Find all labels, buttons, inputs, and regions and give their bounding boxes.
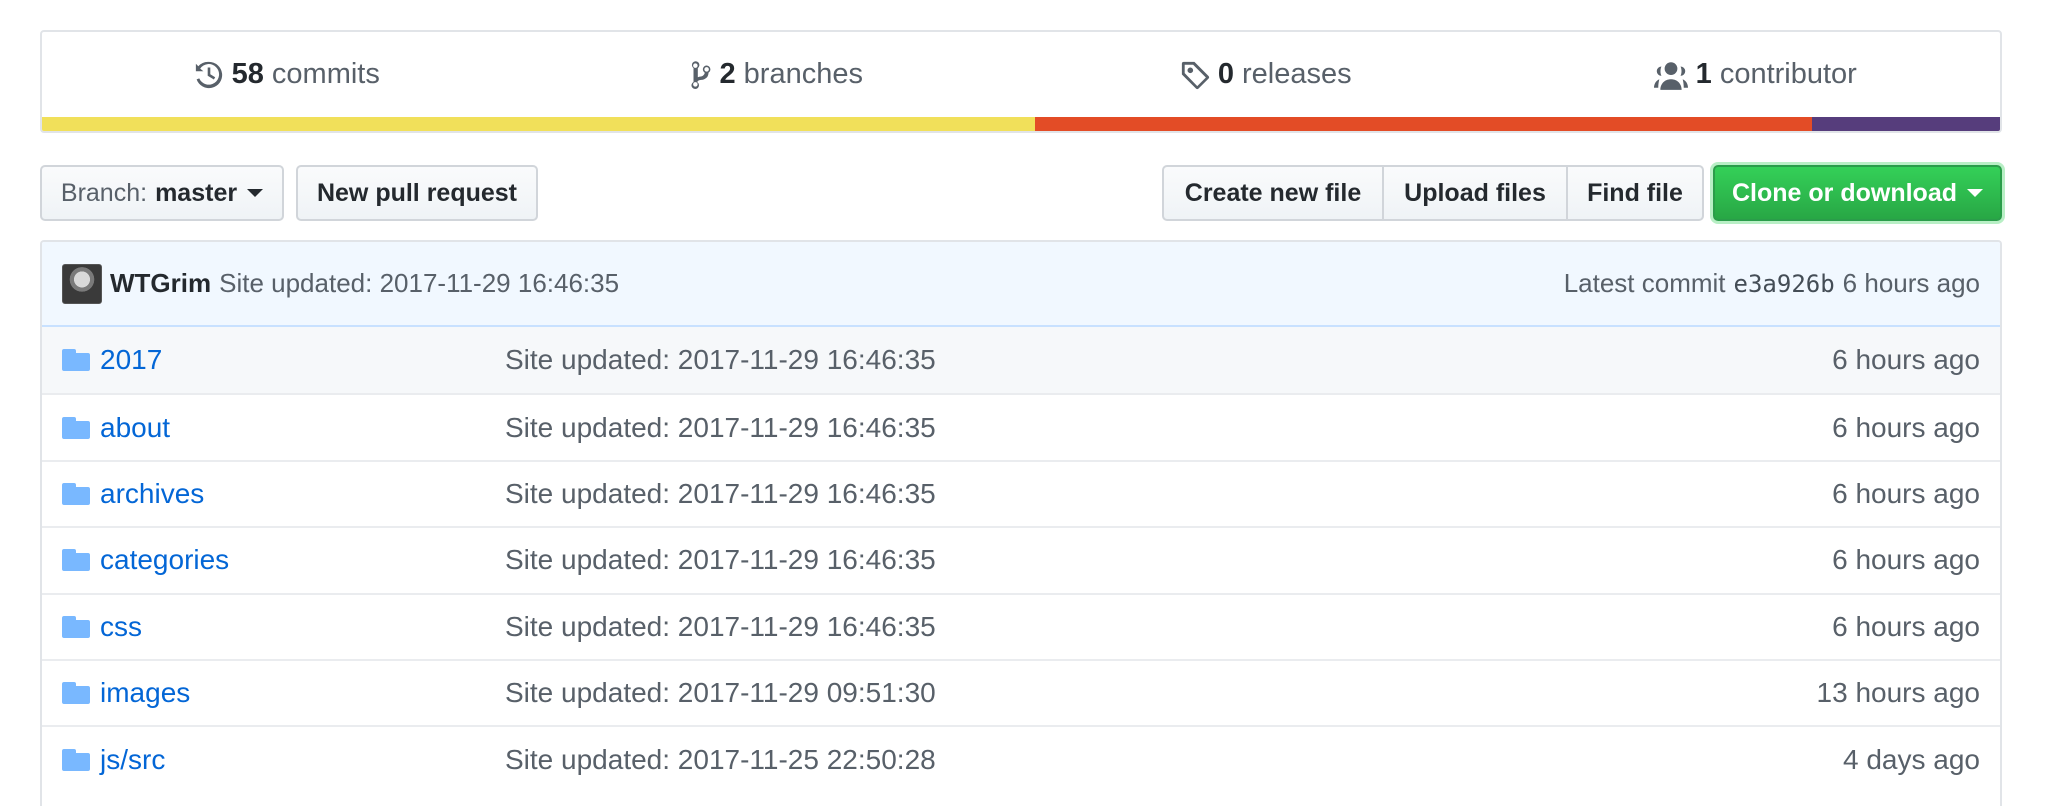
history-icon xyxy=(195,61,222,88)
language-bar[interactable] xyxy=(42,117,2000,131)
file-list: 2017 Site updated: 2017-11-29 16:46:35 6 h… xyxy=(42,327,2000,792)
table-row: js/src Site updated: 2017-11-25 22:50:28 4… xyxy=(42,725,2000,791)
file-age: 6 hours ago xyxy=(1832,411,1980,443)
file-name-link[interactable]: css xyxy=(100,611,505,643)
file-age: 6 hours ago xyxy=(1832,477,1980,509)
contributors-label: contributor xyxy=(1719,58,1857,90)
file-name-link[interactable]: images xyxy=(100,677,505,709)
file-name-link[interactable]: 2017 xyxy=(100,344,505,376)
file-commit-message[interactable]: Site updated: 2017-11-29 16:46:35 xyxy=(505,478,1832,510)
latest-commit-info: Latest commit e3a926b 6 hours ago xyxy=(1564,268,1980,299)
file-name-link[interactable]: categories xyxy=(100,544,505,576)
upload-files-button[interactable]: Upload files xyxy=(1384,165,1568,221)
table-row: about Site updated: 2017-11-29 16:46:35 6 … xyxy=(42,393,2000,459)
new-pull-request-button[interactable]: New pull request xyxy=(296,165,538,221)
find-file-button[interactable]: Find file xyxy=(1568,165,1704,221)
file-actions-group: Create new file Upload files Find file xyxy=(1162,165,1704,221)
file-age: 13 hours ago xyxy=(1816,677,1980,709)
branch-icon xyxy=(690,60,710,89)
releases-count: 0 xyxy=(1217,58,1234,90)
latest-commit-label: Latest commit xyxy=(1563,268,1726,298)
file-commit-message[interactable]: Site updated: 2017-11-29 16:46:35 xyxy=(505,544,1832,576)
commits-link[interactable]: 58 commits xyxy=(42,32,532,117)
branches-link[interactable]: 2 branches xyxy=(532,32,1022,117)
file-table: WTGrim Site updated: 2017-11-29 16:46:35… xyxy=(40,240,2002,806)
language-segment[interactable] xyxy=(1812,117,2000,131)
table-row: archives Site updated: 2017-11-29 16:46:3… xyxy=(42,459,2000,526)
summary-stats: 58 commits 2 branches 0 releases 1 contr… xyxy=(42,32,2000,117)
clone-or-download-label: Clone or download xyxy=(1732,178,1957,207)
file-age: 6 hours ago xyxy=(1832,544,1980,576)
branch-select-button[interactable]: Branch: master xyxy=(40,165,284,221)
language-segment[interactable] xyxy=(42,117,1035,131)
table-row: images Site updated: 2017-11-29 09:51:30 1… xyxy=(42,658,2000,725)
folder-icon xyxy=(62,416,90,439)
people-icon xyxy=(1653,61,1688,90)
file-commit-message[interactable]: Site updated: 2017-11-25 22:50:28 xyxy=(505,744,1843,776)
file-age: 6 hours ago xyxy=(1832,610,1980,642)
folder-icon xyxy=(62,682,90,705)
tag-icon xyxy=(1181,61,1209,89)
folder-icon xyxy=(62,615,90,638)
branches-count: 2 xyxy=(719,58,736,90)
clone-or-download-button[interactable]: Clone or download xyxy=(1713,165,2002,221)
file-commit-message[interactable]: Site updated: 2017-11-29 16:46:35 xyxy=(505,344,1832,376)
commit-sha[interactable]: e3a926b xyxy=(1734,270,1835,298)
folder-icon xyxy=(62,549,90,572)
table-row: 2017 Site updated: 2017-11-29 16:46:35 6 h… xyxy=(42,327,2000,394)
table-row: categories Site updated: 2017-11-29 16:46… xyxy=(42,526,2000,592)
contributors-link[interactable]: 1 contributor xyxy=(1511,32,2001,117)
file-commit-message[interactable]: Site updated: 2017-11-29 09:51:30 xyxy=(505,677,1817,709)
file-name-link[interactable]: archives xyxy=(100,478,505,510)
create-new-file-button[interactable]: Create new file xyxy=(1162,165,1384,221)
commit-age: 6 hours ago xyxy=(1842,268,1980,298)
branch-prefix: Branch: xyxy=(60,178,148,207)
file-age: 6 hours ago xyxy=(1832,344,1980,376)
table-row: css Site updated: 2017-11-29 16:46:35 6 ho… xyxy=(42,592,2000,659)
commit-message[interactable]: Site updated: 2017-11-29 16:46:35 xyxy=(219,268,619,299)
commits-count: 58 xyxy=(231,58,264,90)
file-commit-message[interactable]: Site updated: 2017-11-29 16:46:35 xyxy=(505,611,1832,643)
file-age: 4 days ago xyxy=(1843,743,1980,775)
releases-link[interactable]: 0 releases xyxy=(1021,32,1511,117)
file-commit-message[interactable]: Site updated: 2017-11-29 16:46:35 xyxy=(505,412,1832,444)
commit-author[interactable]: WTGrim xyxy=(110,268,211,299)
repo-summary: 58 commits 2 branches 0 releases 1 contr… xyxy=(40,30,2002,133)
caret-down-icon xyxy=(1967,189,1983,197)
releases-label: releases xyxy=(1242,58,1352,90)
branches-label: branches xyxy=(743,58,863,90)
avatar[interactable] xyxy=(62,263,102,304)
file-name-link[interactable]: js/src xyxy=(100,744,505,776)
contributors-count: 1 xyxy=(1695,58,1712,90)
folder-icon xyxy=(62,482,90,505)
caret-down-icon xyxy=(247,189,264,197)
branch-name: master xyxy=(155,178,238,207)
language-segment[interactable] xyxy=(1034,117,1813,131)
folder-icon xyxy=(62,748,90,771)
file-name-link[interactable]: about xyxy=(100,412,505,444)
latest-commit-bar: WTGrim Site updated: 2017-11-29 16:46:35… xyxy=(42,242,2000,327)
folder-icon xyxy=(62,349,90,372)
commits-label: commits xyxy=(271,58,380,90)
